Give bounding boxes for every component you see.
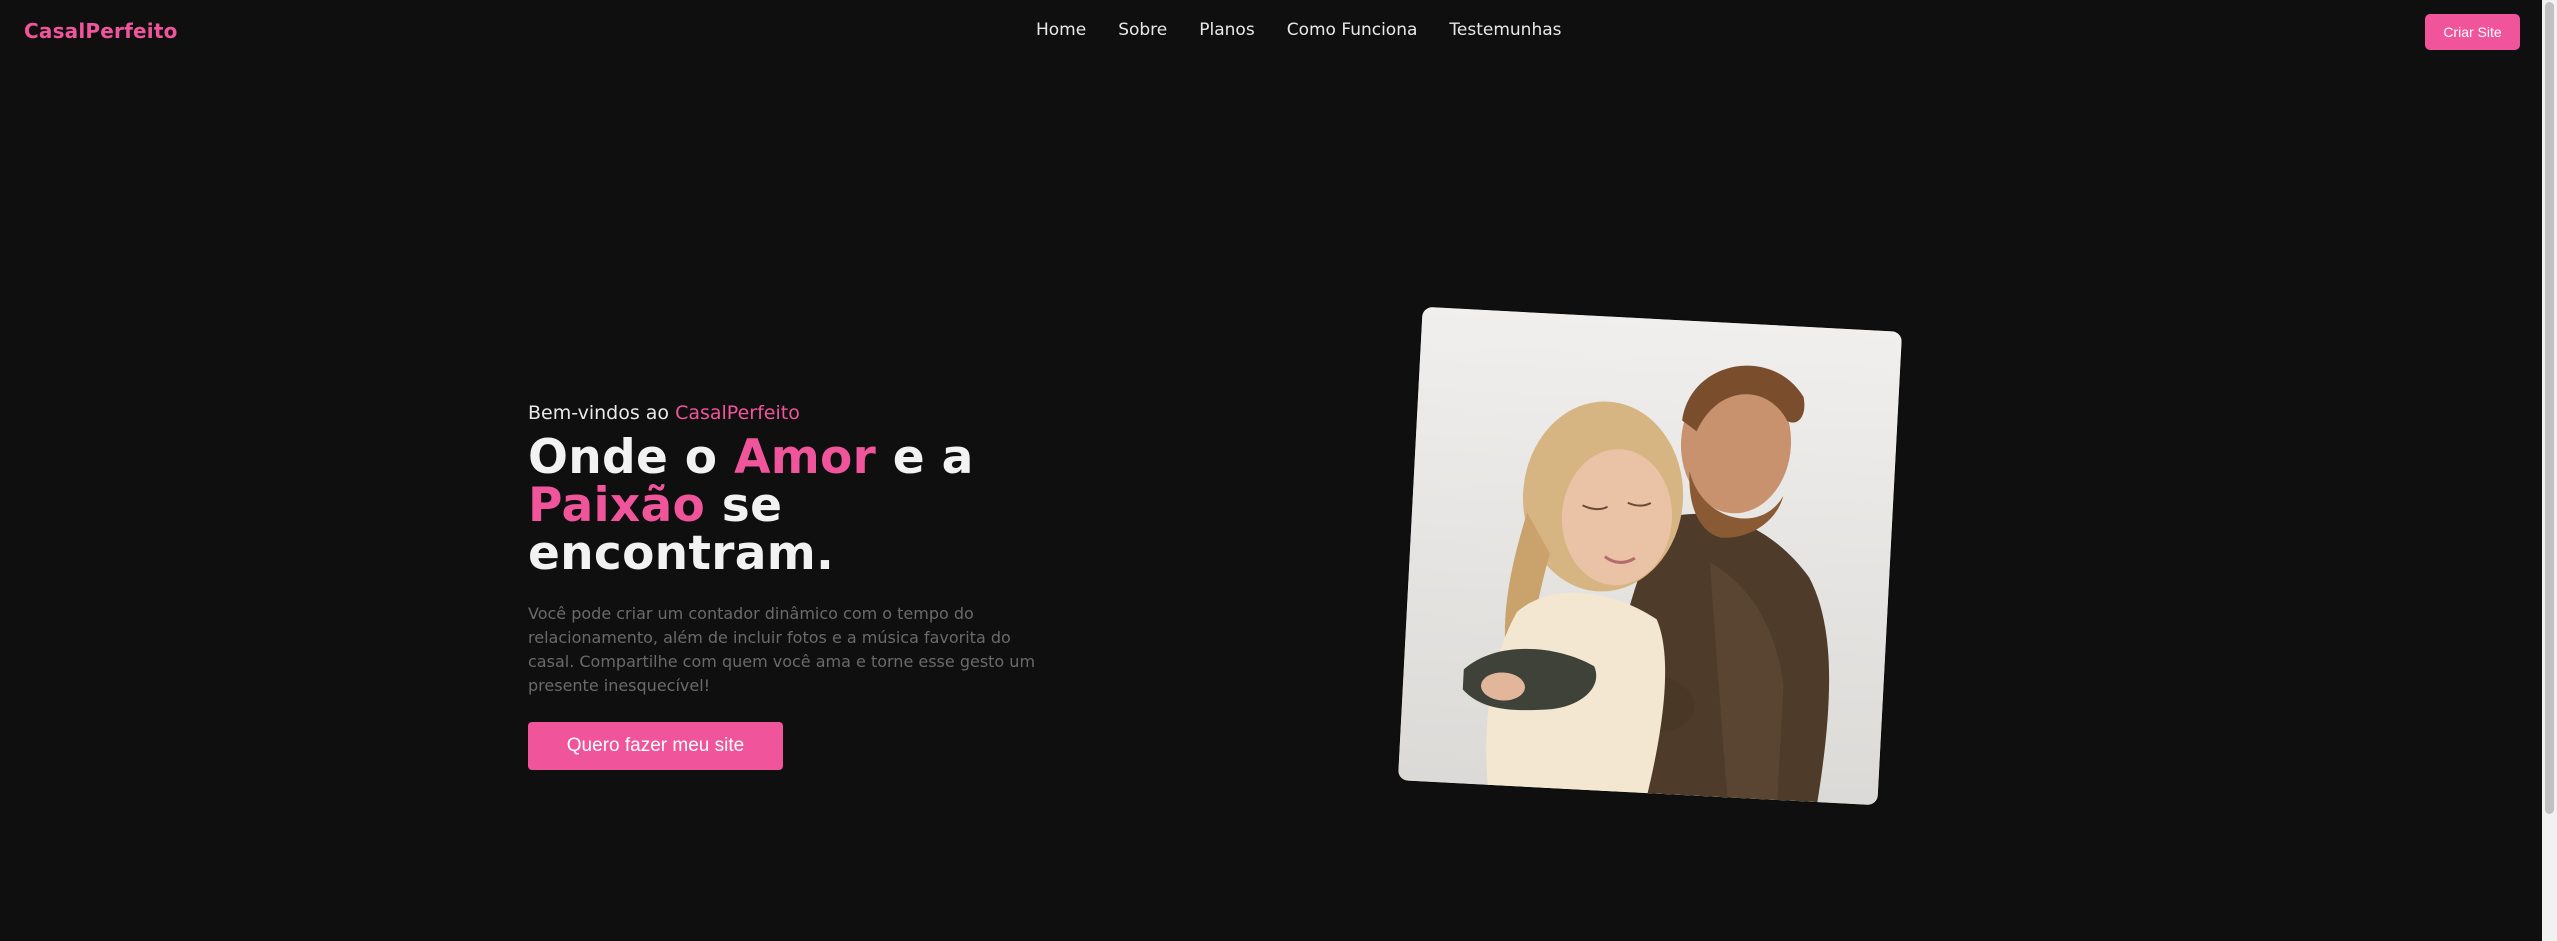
scrollbar[interactable] (2542, 0, 2557, 941)
welcome-brand: CasalPerfeito (675, 402, 800, 424)
headline-part2: e a (876, 430, 974, 485)
hero-headline: Onde o Amor e a Paixão se encontram. (528, 434, 1088, 578)
hero-description: Você pode criar um contador dinâmico com… (528, 604, 1036, 695)
couple-illustration (1397, 306, 1903, 806)
nav-item-home[interactable]: Home (1036, 20, 1086, 40)
nav-item-como-funciona[interactable]: Como Funciona (1287, 20, 1418, 40)
headline-accent-amor: Amor (734, 430, 877, 485)
landing-page: CasalPerfeito Home Sobre Planos Como Fun… (0, 0, 2557, 941)
scrollbar-thumb[interactable] (2545, 2, 2554, 814)
nav-item-sobre[interactable]: Sobre (1118, 20, 1167, 40)
make-site-button[interactable]: Quero fazer meu site (528, 722, 783, 770)
top-navbar: CasalPerfeito Home Sobre Planos Como Fun… (0, 0, 2542, 62)
create-site-button[interactable]: Criar Site (2425, 14, 2520, 50)
couple-photo (1397, 306, 1903, 806)
welcome-text: Bem-vindos ao CasalPerfeito (528, 402, 1088, 424)
headline-accent-paixao: Paixão (528, 478, 706, 533)
headline-part1: Onde o (528, 430, 735, 485)
brand-logo[interactable]: CasalPerfeito (24, 19, 178, 43)
hero-section: Bem-vindos ao CasalPerfeito Onde o Amor … (528, 402, 1088, 770)
main-nav: Home Sobre Planos Como Funciona Testemun… (1036, 20, 1594, 40)
nav-item-testemunhas[interactable]: Testemunhas (1449, 20, 1561, 40)
nav-item-planos[interactable]: Planos (1199, 20, 1254, 40)
welcome-prefix: Bem-vindos ao (528, 402, 676, 424)
